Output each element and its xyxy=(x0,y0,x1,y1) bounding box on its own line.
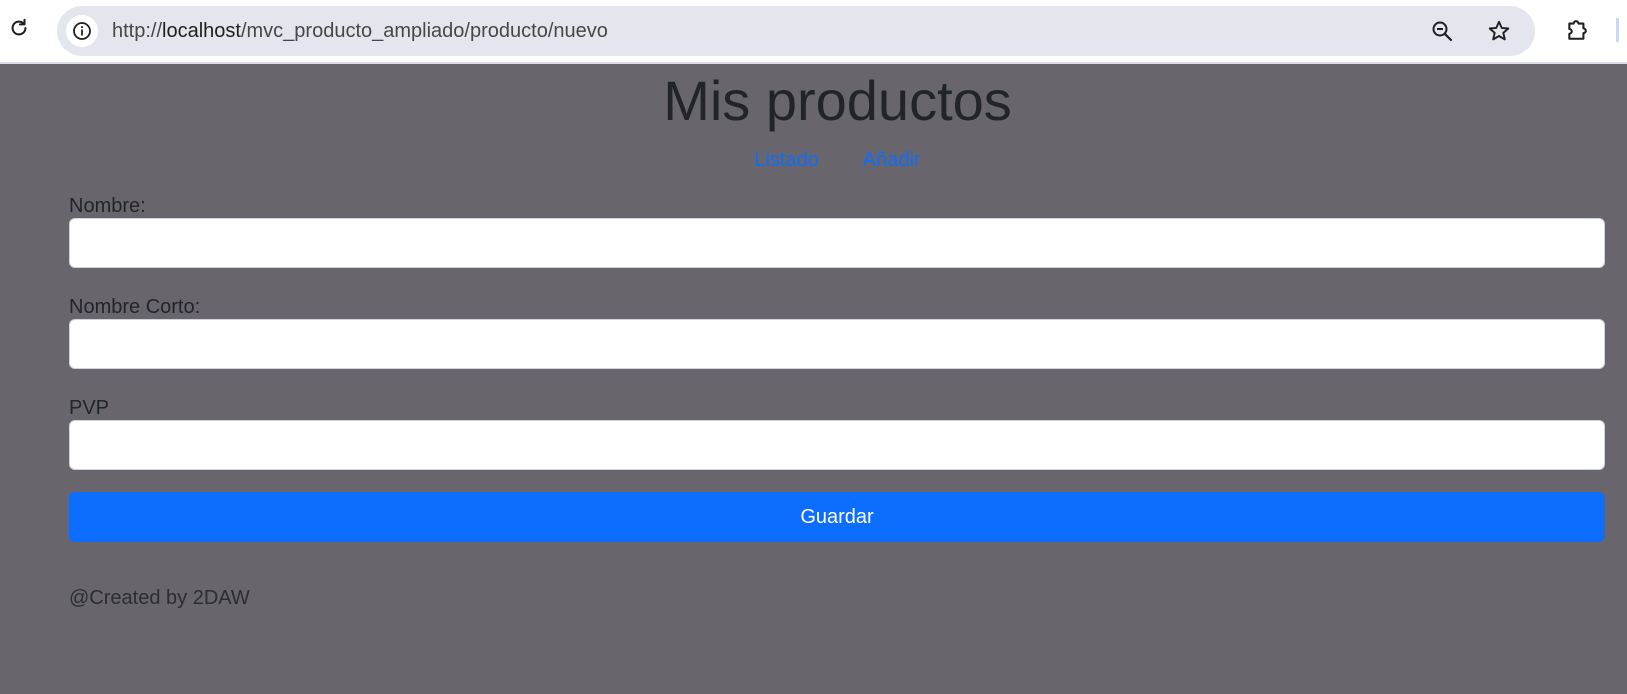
guardar-button[interactable]: Guardar xyxy=(69,492,1605,542)
reload-icon xyxy=(11,18,27,36)
nombre-label: Nombre: xyxy=(69,195,146,217)
page-content: Mis productos Listado Añadir Nombre: Nom… xyxy=(0,64,1627,694)
pvp-input[interactable] xyxy=(69,420,1605,470)
nombre-corto-label: Nombre Corto: xyxy=(69,296,201,318)
nav-link-anadir[interactable]: Añadir xyxy=(863,148,921,172)
zoom-out-icon xyxy=(1432,21,1453,42)
url-path: /mvc_producto_ampliado/producto/nuevo xyxy=(240,20,608,42)
footer-credit: @Created by 2DAW xyxy=(69,587,250,609)
url-text[interactable]: http://localhost/mvc_producto_ampliado/p… xyxy=(112,20,608,42)
reload-button[interactable] xyxy=(4,13,34,43)
url-host: localhost xyxy=(162,20,241,42)
url-scheme: http:// xyxy=(112,20,163,42)
browser-toolbar: http://localhost/mvc_producto_ampliado/p… xyxy=(0,0,1627,64)
zoom-button[interactable] xyxy=(1428,17,1456,45)
nombre-corto-input[interactable] xyxy=(69,319,1605,369)
pvp-label: PVP xyxy=(69,397,110,419)
star-icon xyxy=(1488,20,1510,41)
info-icon xyxy=(73,22,91,40)
nav-link-listado[interactable]: Listado xyxy=(754,148,819,172)
product-form: Nombre: Nombre Corto: PVP Guardar xyxy=(69,194,1605,542)
puzzle-icon xyxy=(1568,20,1587,40)
nombre-input[interactable] xyxy=(69,218,1605,268)
main-nav: Listado Añadir xyxy=(0,148,1627,172)
bookmark-button[interactable] xyxy=(1485,17,1513,45)
address-bar[interactable]: http://localhost/mvc_producto_ampliado/p… xyxy=(57,6,1535,56)
site-info-button[interactable] xyxy=(66,15,98,47)
extensions-button[interactable] xyxy=(1563,14,1593,44)
page-title: Mis productos xyxy=(663,69,1012,132)
toolbar-edge-indicator xyxy=(1616,18,1619,42)
